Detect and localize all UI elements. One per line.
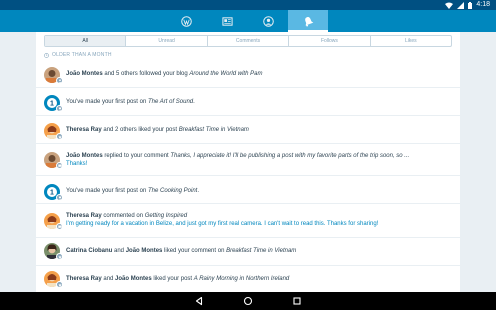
notification-text: João Montes replied to your comment Than… [66,153,410,159]
wifi-icon [445,2,454,9]
notification-item[interactable]: Catrina Ciobanu and João Montes liked yo… [36,238,460,266]
tab-sites[interactable] [166,10,206,32]
back-icon [195,296,203,306]
notification-text: Theresa Ray commented on Getting Inspire… [66,213,188,219]
notification-item[interactable]: Theresa Ray commented on Getting Inspire… [36,204,460,238]
like-badge-icon [56,133,63,140]
clock-icon [44,52,49,58]
battery-icon [468,1,473,9]
like-badge-icon [56,253,63,260]
me-icon [262,15,274,27]
comment-quote: I'm getting ready for a vacation in Beli… [66,221,379,227]
trophy-badge-icon [56,105,63,112]
filter-likes[interactable]: Likes [371,36,451,46]
notifications-panel: All Unread Comments Follows Likes OLDER … [36,32,460,292]
notification-item[interactable]: Theresa Ray and 2 others liked your post… [36,116,460,144]
tab-notifications[interactable] [288,10,328,32]
tab-bar [0,10,496,32]
home-button[interactable] [242,295,254,307]
notification-text: Theresa Ray and 2 others liked your post… [66,127,249,133]
notification-item[interactable]: 1 You've made your first post on The Coo… [36,176,460,204]
home-icon [243,296,253,306]
notification-item[interactable]: João Montes replied to your comment Than… [36,144,460,176]
notifications-icon [304,16,313,27]
comment-quote: Thanks! [66,161,88,167]
notification-text: Theresa Ray and João Montes liked your p… [66,276,290,282]
filter-unread[interactable]: Unread [126,36,208,46]
svg-text:1: 1 [50,190,54,197]
notification-text: João Montes and 5 others followed your b… [66,71,263,77]
navigation-bar [0,292,496,310]
reader-icon [221,16,233,26]
comment-badge-icon [56,223,63,230]
notification-item[interactable]: João Montes and 5 others followed your b… [36,60,460,88]
back-button[interactable] [193,295,205,307]
svg-text:1: 1 [50,101,54,108]
filter-follows[interactable]: Follows [289,36,371,46]
filter-bar: All Unread Comments Follows Likes [44,35,452,47]
status-time: 4:18 [476,1,490,8]
notification-text: Catrina Ciobanu and João Montes liked yo… [66,248,297,254]
notification-item[interactable]: Theresa Ray and João Montes liked your p… [36,266,460,292]
notification-text: You've made your first post on The Cooki… [66,188,200,194]
notification-text: You've made your first post on The Art o… [66,99,195,105]
trophy-badge-icon [56,194,63,201]
section-label: OLDER THAN A MONTH [52,52,112,58]
like-badge-icon [56,281,63,288]
wordpress-icon [180,15,192,27]
filter-comments[interactable]: Comments [208,36,290,46]
tab-me[interactable] [248,10,288,32]
signal-icon [457,1,465,9]
status-bar: 4:18 [0,0,496,10]
tab-reader[interactable] [207,10,247,32]
notifications-list[interactable]: All Unread Comments Follows Likes OLDER … [0,32,496,292]
follow-badge-icon [56,77,63,84]
filter-all[interactable]: All [45,36,127,46]
notification-item[interactable]: 1 You've made your first post on The Art… [36,88,460,116]
comment-badge-icon [56,162,63,169]
section-header: OLDER THAN A MONTH [44,52,112,58]
recents-button[interactable] [291,295,303,307]
recents-icon [293,297,301,305]
status-icons: 4:18 [445,0,490,10]
